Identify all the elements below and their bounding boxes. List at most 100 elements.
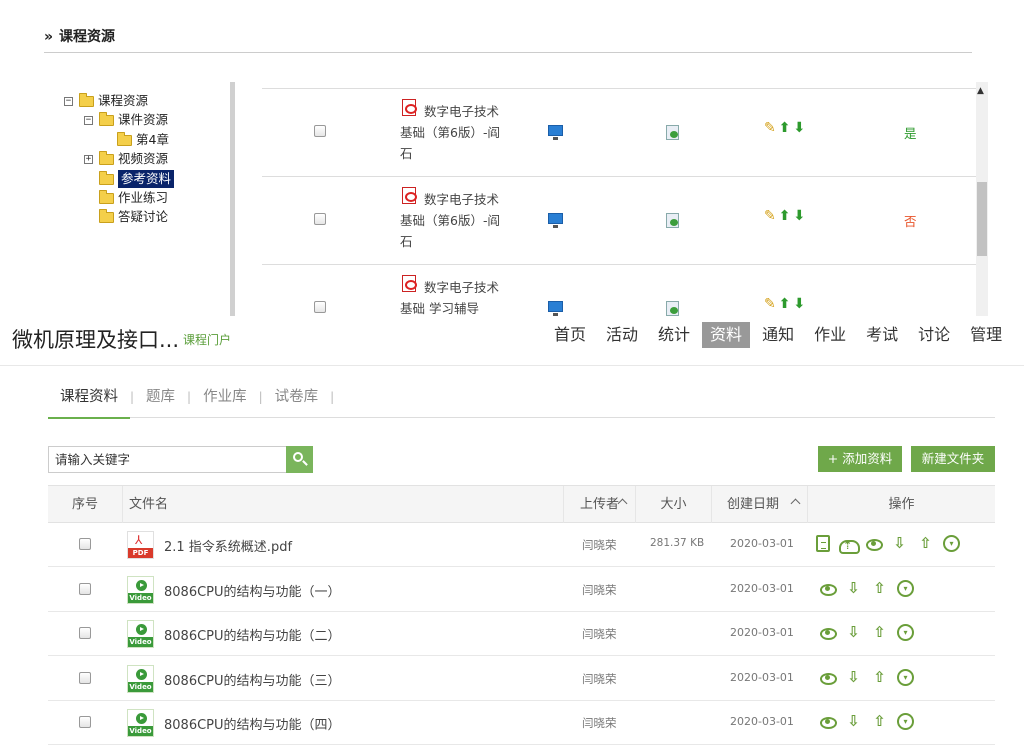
uploader: 闫晓荣: [582, 716, 617, 730]
uploader: 闫晓荣: [582, 582, 617, 597]
more-circle-icon[interactable]: ▾: [897, 624, 914, 641]
row-operations: ⇩ ⇧ ▾: [819, 579, 914, 597]
monitor-icon[interactable]: [548, 213, 563, 228]
arrow-down-icon[interactable]: ⇩: [845, 624, 862, 641]
monitor-icon[interactable]: [548, 301, 563, 316]
uploader: 闫晓荣: [582, 671, 617, 686]
arrow-down-icon[interactable]: ⬇: [793, 119, 805, 137]
row-checkbox[interactable]: [79, 671, 91, 684]
tree-node[interactable]: 第4章: [117, 131, 169, 149]
nav-item[interactable]: 资料: [702, 322, 751, 348]
eye-icon[interactable]: [819, 669, 837, 686]
file-name[interactable]: 2.1 指令系统概述.pdf: [164, 536, 292, 555]
arrow-up-icon[interactable]: ⇧: [871, 713, 888, 730]
file-name[interactable]: 8086CPU的结构与功能（四）: [164, 714, 341, 733]
resource-name[interactable]: 数字电子技术基础（第6版）-阎石: [400, 101, 510, 164]
export-icon[interactable]: [666, 125, 679, 140]
search-button[interactable]: [286, 446, 313, 473]
arrow-up-icon[interactable]: ⬆: [779, 119, 791, 137]
nav-item[interactable]: 管理: [962, 322, 1010, 348]
document-icon[interactable]: [816, 535, 830, 552]
col-name[interactable]: 文件名: [123, 486, 628, 523]
scrollbar-thumb[interactable]: [977, 182, 987, 256]
arrow-down-icon[interactable]: ⇩: [891, 535, 908, 552]
arrow-down-icon[interactable]: ⬇: [793, 207, 805, 225]
legacy-table-scrollbar[interactable]: ▲: [976, 82, 988, 316]
more-circle-icon[interactable]: ▾: [897, 579, 914, 597]
resource-name[interactable]: 数字电子技术基础 学习辅导: [400, 277, 510, 316]
sort-caret-icon[interactable]: [790, 498, 801, 509]
row-checkbox[interactable]: [79, 538, 91, 550]
nav-item[interactable]: 活动: [598, 322, 646, 348]
file-name[interactable]: 8086CPU的结构与功能（二）: [164, 625, 341, 644]
arrow-down-icon[interactable]: ⇩: [845, 668, 862, 686]
folder-icon: [79, 92, 94, 107]
arrow-up-icon[interactable]: ⬆: [779, 295, 791, 313]
tree-node[interactable]: 作业练习: [99, 189, 168, 207]
cloud-upload-icon[interactable]: [839, 535, 860, 554]
more-circle-icon[interactable]: ▾: [943, 535, 960, 552]
tree-node[interactable]: 参考资料: [99, 170, 175, 188]
created-date: 2020-03-01: [730, 670, 794, 684]
arrow-down-icon[interactable]: ⬇: [793, 295, 805, 313]
export-icon[interactable]: [666, 213, 679, 228]
row-checkbox[interactable]: [79, 716, 91, 728]
tree-scrollbar[interactable]: [230, 82, 235, 316]
tree-toggle-icon[interactable]: −: [64, 96, 73, 106]
arrow-down-icon[interactable]: ⇩: [845, 579, 862, 597]
more-circle-icon[interactable]: ▾: [897, 668, 914, 686]
monitor-icon[interactable]: [548, 125, 563, 140]
scroll-up-arrow-icon[interactable]: ▲: [977, 86, 984, 96]
created-date: 2020-03-01: [730, 537, 794, 550]
row-checkbox[interactable]: [314, 301, 326, 313]
nav-item[interactable]: 统计: [650, 322, 698, 348]
tree-node[interactable]: − 课程资源: [64, 92, 148, 110]
eye-icon[interactable]: [865, 535, 883, 552]
arrow-up-icon[interactable]: ⇧: [871, 624, 888, 641]
resource-name[interactable]: 数字电子技术基础（第6版）-阎石: [400, 189, 510, 252]
pencil-icon[interactable]: ✎: [764, 295, 776, 313]
nav-item[interactable]: 作业: [806, 322, 854, 348]
tree-node[interactable]: 答疑讨论: [99, 208, 168, 226]
tree-node-label: 第4章: [136, 132, 169, 147]
new-folder-button[interactable]: 新建文件夹: [911, 446, 995, 472]
nav-item[interactable]: 考试: [858, 322, 906, 348]
eye-icon[interactable]: [819, 713, 837, 730]
file-name[interactable]: 8086CPU的结构与功能（三）: [164, 670, 341, 689]
subtab[interactable]: 作业库: [191, 376, 259, 418]
play-icon: [136, 579, 147, 591]
eye-icon[interactable]: [819, 580, 837, 597]
subtab[interactable]: 题库: [134, 376, 187, 418]
search-input[interactable]: [48, 446, 286, 473]
pencil-icon[interactable]: ✎: [764, 207, 776, 225]
file-name[interactable]: 8086CPU的结构与功能（一）: [164, 581, 341, 600]
tree-node[interactable]: + 视频资源: [84, 150, 168, 168]
arrow-down-icon[interactable]: ⇩: [845, 713, 862, 730]
subtab[interactable]: 试卷库: [263, 376, 331, 418]
arrow-up-icon[interactable]: ⇧: [917, 535, 934, 552]
nav-item[interactable]: 首页: [546, 322, 594, 348]
row-checkbox[interactable]: [314, 125, 326, 137]
subtab[interactable]: 课程资料: [48, 376, 130, 419]
add-material-button[interactable]: + 添加资料: [818, 446, 902, 472]
tree-toggle-icon[interactable]: +: [84, 154, 93, 164]
more-circle-icon[interactable]: ▾: [897, 713, 914, 730]
col-date[interactable]: 创建日期: [712, 486, 808, 523]
tree-node[interactable]: − 课件资源: [84, 111, 168, 129]
course-portal-link[interactable]: 课程门户: [183, 331, 231, 348]
export-icon[interactable]: [666, 301, 679, 316]
nav-item[interactable]: 讨论: [910, 322, 958, 348]
folder-icon: [99, 111, 114, 126]
nav-item[interactable]: 通知: [754, 322, 802, 348]
tree-toggle-icon[interactable]: −: [84, 115, 93, 125]
public-flag: 否: [904, 214, 917, 229]
pencil-icon[interactable]: ✎: [764, 119, 776, 137]
col-size: 大小: [636, 486, 712, 523]
row-checkbox[interactable]: [314, 213, 326, 225]
arrow-up-icon[interactable]: ⬆: [779, 207, 791, 225]
row-checkbox[interactable]: [79, 582, 91, 595]
eye-icon[interactable]: [819, 624, 837, 641]
arrow-up-icon[interactable]: ⇧: [871, 668, 888, 686]
row-checkbox[interactable]: [79, 627, 91, 639]
arrow-up-icon[interactable]: ⇧: [871, 579, 888, 597]
